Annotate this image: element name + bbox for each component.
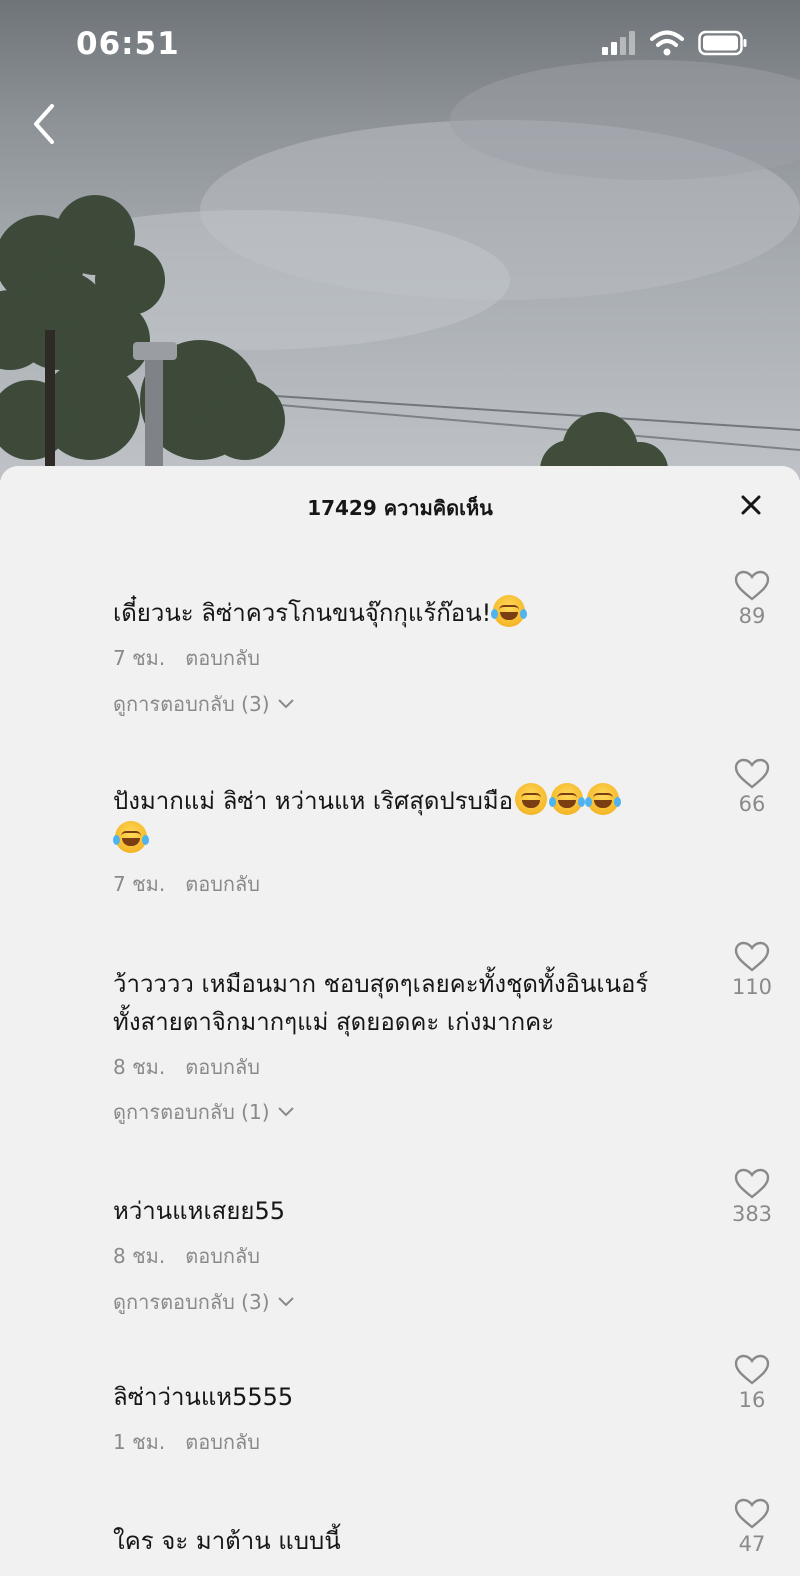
comment-count-title: 17429 ความคิดเห็น: [307, 496, 493, 520]
like-count: 383: [731, 1202, 773, 1226]
back-button[interactable]: [22, 98, 66, 150]
like-count: 110: [731, 975, 773, 999]
like-count: 47: [738, 1532, 766, 1556]
wifi-icon: [650, 30, 684, 56]
view-replies-label: ดูการตอบกลับ (3): [113, 692, 270, 716]
comment-time: 8 ชม.: [113, 1055, 166, 1079]
laugh-tears-emoji: [491, 595, 528, 627]
chevron-down-icon: [277, 1297, 294, 1307]
view-replies-button[interactable]: ดูการตอบกลับ (1): [113, 1096, 296, 1128]
battery-icon: [698, 30, 747, 56]
comment-text: ว้าวววว เหมือนมาก ชอบสุดๆเลยคะทั้งชุดทั้…: [113, 965, 713, 1041]
reply-button[interactable]: ตอบกลับ: [185, 1051, 260, 1083]
view-replies-label: ดูการตอบกลับ (1): [113, 1100, 270, 1124]
reply-button[interactable]: ตอบกลับ: [185, 1426, 260, 1458]
comment-text-line: ว้าวววว เหมือนมาก ชอบสุดๆเลยคะทั้งชุดทั้…: [113, 970, 649, 998]
comment-text: เดี๋ยวนะ ลิซ่าควรโกนขนจุ๊กกุแร้ก๊อน!: [113, 594, 693, 632]
close-icon: [741, 495, 761, 515]
comment-text: ใคร จะ มาต้าน แบบนี้: [113, 1527, 341, 1555]
chevron-down-icon: [277, 1107, 294, 1117]
reply-button[interactable]: ตอบกลับ: [185, 1240, 260, 1272]
comment-text-line: ทั้งสายตาจิกมากๆแม่ สุดยอดคะ เก่งมากคะ: [113, 1008, 555, 1036]
like-button[interactable]: 383: [712, 1168, 792, 1226]
like-button[interactable]: 66: [712, 758, 792, 816]
comment-text-content: เดี๋ยวนะ ลิซ่าควรโกนขนจุ๊กกุแร้ก๊อน!: [113, 599, 492, 627]
heart-icon: [734, 1354, 770, 1385]
heart-icon: [734, 1498, 770, 1529]
comment-text-content: ปังมากแม่ ลิซ่า หว่านแห เริศสุดปรบมือ: [113, 787, 514, 815]
comment-meta: 7 ชม. ตอบกลับ: [113, 642, 260, 674]
comment-meta: 8 ชม. ตอบกลับ: [113, 1240, 260, 1272]
view-replies-button[interactable]: ดูการตอบกลับ (3): [113, 1286, 296, 1318]
reply-button[interactable]: ตอบกลับ: [185, 642, 260, 674]
heart-icon: [734, 941, 770, 972]
comment-time: 7 ชม.: [113, 646, 166, 670]
chevron-left-icon: [34, 104, 54, 144]
status-bar: 06:51: [0, 0, 800, 92]
comment-text: ปังมากแม่ ลิซ่า หว่านแห เริศสุดปรบมือ: [113, 782, 693, 858]
laugh-tears-emoji: [585, 783, 622, 815]
comment-text: หว่านแหเสยย55: [113, 1197, 285, 1225]
chevron-down-icon: [277, 699, 294, 709]
view-replies-label: ดูการตอบกลับ (3): [113, 1290, 270, 1314]
comment-time: 1 ชม.: [113, 1430, 166, 1454]
signal-icon: [602, 31, 635, 55]
comment-meta: 8 ชม. ตอบกลับ: [113, 1051, 260, 1083]
laugh-tears-emoji: [549, 783, 586, 815]
status-icons: [600, 30, 748, 56]
like-button[interactable]: 110: [712, 941, 792, 999]
comment-time: 8 ชม.: [113, 1244, 166, 1268]
like-button[interactable]: 47: [712, 1498, 792, 1556]
reply-button[interactable]: ตอบกลับ: [185, 868, 260, 900]
heart-icon: [734, 758, 770, 789]
status-time: 06:51: [76, 26, 180, 62]
heart-icon: [734, 570, 770, 601]
view-replies-button[interactable]: ดูการตอบกลับ (3): [113, 688, 296, 720]
like-count: 16: [738, 1388, 766, 1412]
like-count: 89: [738, 604, 766, 628]
laugh-tears-emoji: [113, 821, 149, 853]
heart-icon: [734, 1168, 770, 1199]
comment-text: ลิซ่าว่านแห5555: [113, 1383, 294, 1411]
like-count: 66: [738, 792, 766, 816]
comment-meta: 7 ชม. ตอบกลับ: [113, 868, 260, 900]
comment-meta: 1 ชม. ตอบกลับ: [113, 1426, 260, 1458]
comment-time: 7 ชม.: [113, 872, 166, 896]
close-button[interactable]: [736, 490, 766, 520]
sheet-header: 17429 ความคิดเห็น: [0, 466, 800, 544]
like-button[interactable]: 89: [712, 570, 792, 628]
like-button[interactable]: 16: [712, 1354, 792, 1412]
comments-sheet: 17429 ความคิดเห็น เดี๋ยวนะ ลิซ่าควรโกนขน…: [0, 466, 800, 1576]
grin-emoji: [515, 783, 548, 815]
